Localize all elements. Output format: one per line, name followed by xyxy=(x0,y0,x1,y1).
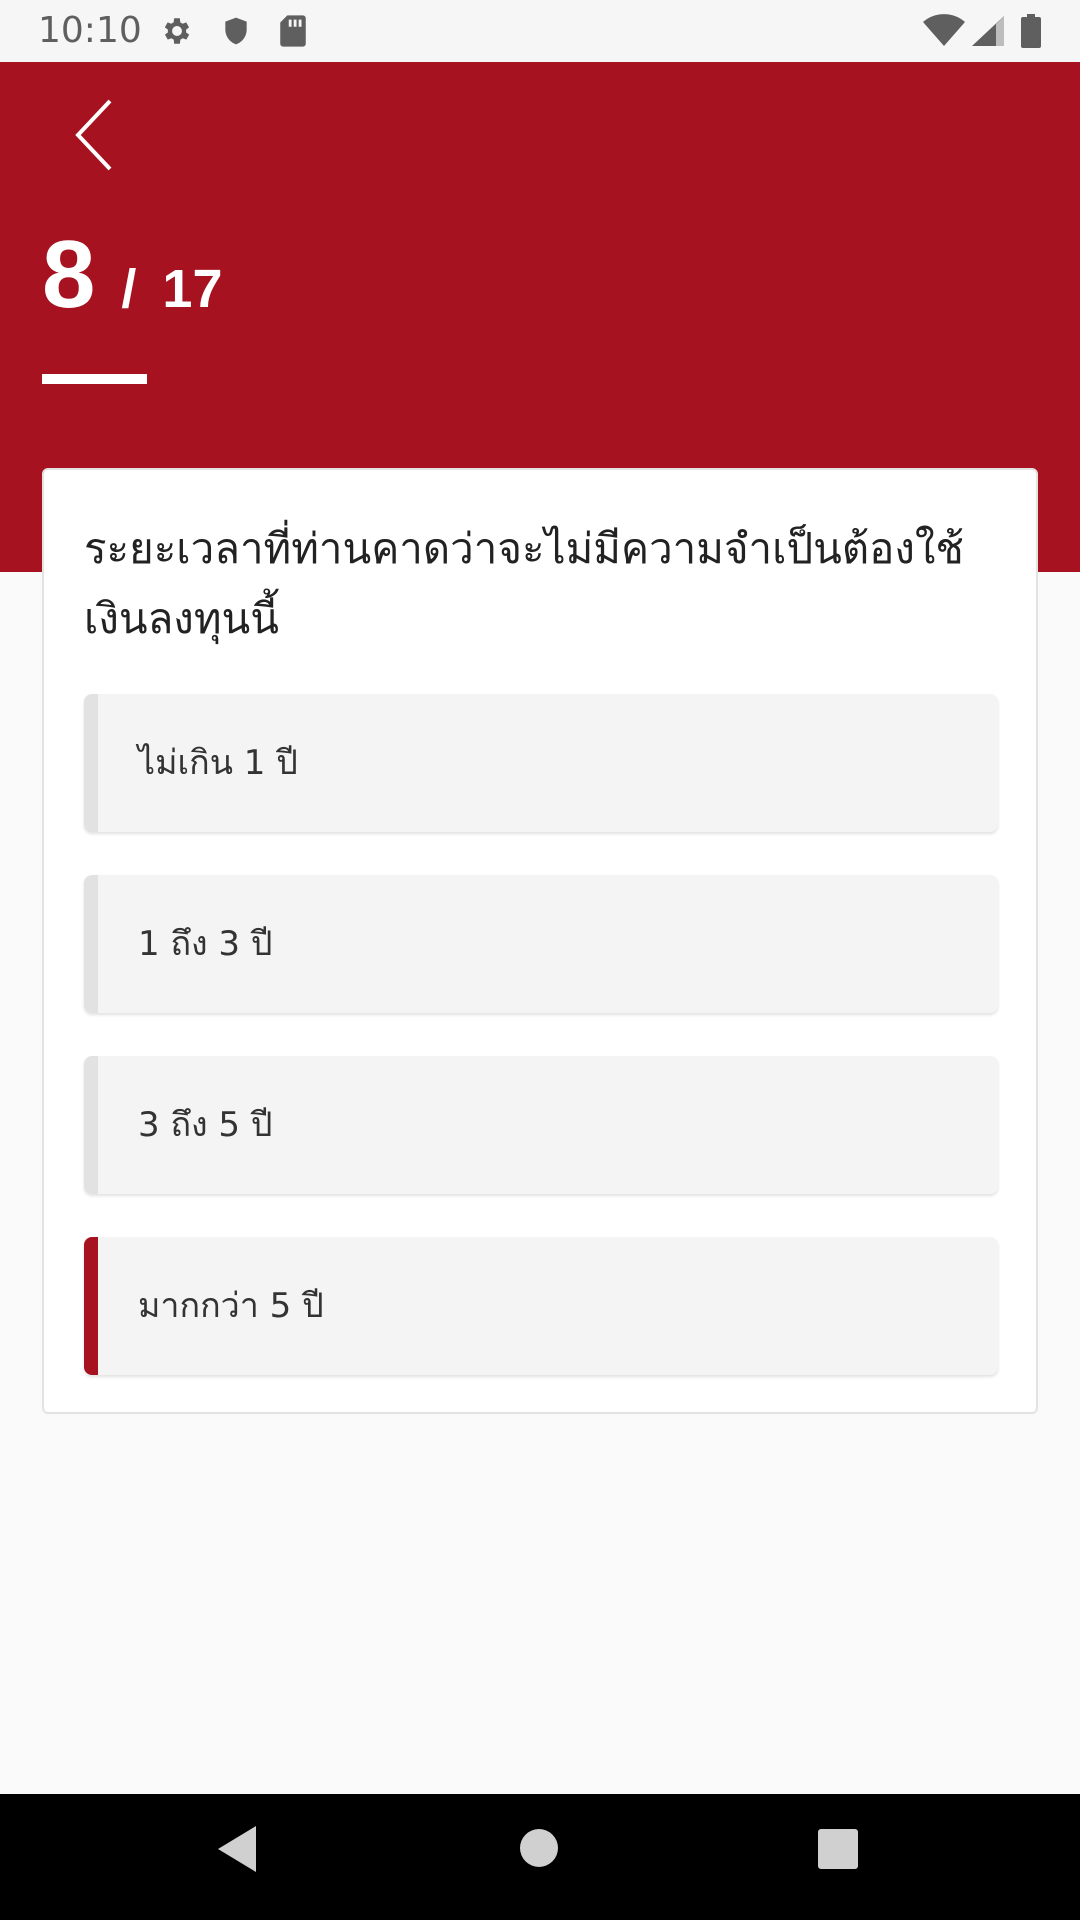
back-triangle-icon[interactable] xyxy=(216,1824,260,1878)
home-circle-icon[interactable] xyxy=(518,1827,560,1873)
progress-separator: / xyxy=(121,259,137,319)
question-text: ระยะเวลาที่ท่านคาดว่าจะไม่มีความจำเป็นต้… xyxy=(84,524,964,643)
option-indicator xyxy=(84,1056,98,1194)
question-progress: 8 / 17 xyxy=(42,220,222,330)
recents-square-icon[interactable] xyxy=(817,1828,859,1874)
option-label: 1 ถึง 3 ปี xyxy=(138,924,273,964)
total-question-count: 17 xyxy=(162,259,223,319)
gear-icon xyxy=(160,14,194,52)
wifi-icon xyxy=(922,14,966,52)
option-indicator xyxy=(84,875,98,1013)
option-indicator xyxy=(84,1237,98,1375)
option-label: มากกว่า 5 ปี xyxy=(138,1286,324,1326)
current-question-number: 8 xyxy=(42,221,96,328)
option-indicator xyxy=(84,694,98,832)
signal-icon xyxy=(970,14,1004,52)
option-2[interactable]: 1 ถึง 3 ปี xyxy=(84,875,998,1013)
option-3[interactable]: 3 ถึง 5 ปี xyxy=(84,1056,998,1194)
system-nav-bar xyxy=(0,1794,1080,1920)
progress-underline xyxy=(42,374,147,384)
chevron-left-icon xyxy=(75,99,112,171)
back-button[interactable] xyxy=(60,95,130,175)
status-bar: 10:10 xyxy=(0,0,1080,62)
option-4[interactable]: มากกว่า 5 ปี xyxy=(84,1237,998,1375)
shield-icon xyxy=(220,14,252,52)
option-label: ไม่เกิน 1 ปี xyxy=(138,743,298,783)
sd-card-icon xyxy=(278,14,308,52)
status-time: 10:10 xyxy=(38,10,142,51)
question-card: ระยะเวลาที่ท่านคาดว่าจะไม่มีความจำเป็นต้… xyxy=(42,468,1038,1414)
option-1[interactable]: ไม่เกิน 1 ปี xyxy=(84,694,998,832)
battery-icon xyxy=(1020,14,1042,52)
option-label: 3 ถึง 5 ปี xyxy=(138,1105,273,1145)
